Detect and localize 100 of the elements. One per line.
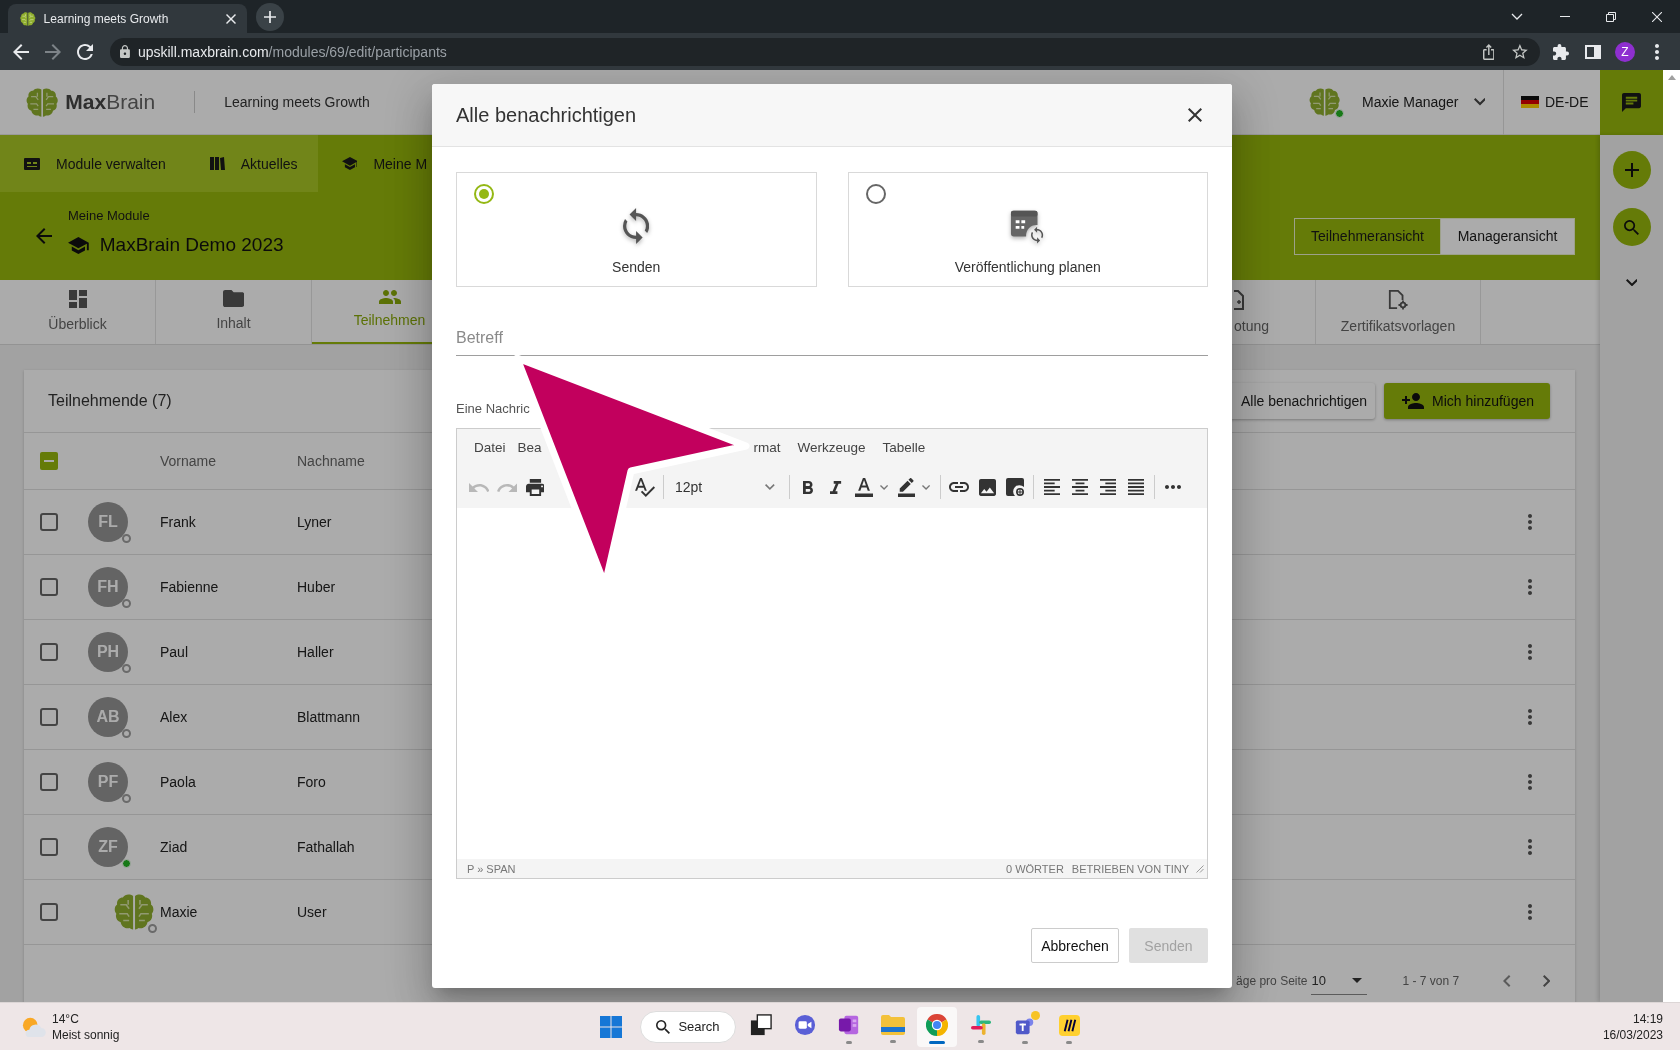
graduation-cap-icon xyxy=(68,236,89,254)
back-arrow-icon[interactable] xyxy=(36,228,52,244)
menu-item[interactable]: Tabelle xyxy=(882,440,926,455)
view-toggle-button[interactable]: Manageransicht xyxy=(1441,218,1574,254)
lock-icon xyxy=(120,45,130,58)
search-button[interactable]: Search xyxy=(640,1010,736,1043)
link-icon[interactable] xyxy=(949,482,969,492)
checkbox[interactable] xyxy=(40,903,58,921)
menu-item[interactable]: rmat xyxy=(753,440,781,455)
forward-arrow-icon[interactable] xyxy=(45,43,61,60)
checkbox[interactable] xyxy=(40,773,58,791)
more-icon[interactable] xyxy=(1528,839,1532,855)
cancel-button[interactable]: Abbrechen xyxy=(1031,928,1119,963)
spellcheck-icon[interactable] xyxy=(634,477,656,497)
star-icon[interactable] xyxy=(1512,44,1528,59)
tab[interactable]: Zertifikatsvorlagen xyxy=(1316,280,1481,344)
document-gear-icon xyxy=(1388,290,1408,310)
add-button[interactable] xyxy=(1612,151,1651,189)
option-card[interactable]: Senden xyxy=(456,172,817,287)
align-center-icon[interactable] xyxy=(1072,479,1088,495)
image-icon[interactable] xyxy=(978,478,996,496)
column-header[interactable]: Nachname xyxy=(297,453,365,469)
page-size-select[interactable]: 10 xyxy=(1311,967,1368,995)
language-label[interactable]: DE-DE xyxy=(1545,94,1589,110)
breadcrumb-link[interactable]: Meine Module xyxy=(68,208,150,224)
scrollbar[interactable] xyxy=(1663,70,1680,1002)
more-icon[interactable] xyxy=(1528,579,1532,595)
user-name[interactable]: Maxie Manager xyxy=(1362,94,1459,110)
media-icon[interactable] xyxy=(1006,478,1024,496)
side-panel-icon[interactable] xyxy=(1585,44,1601,59)
avatar-initials: AB xyxy=(96,708,120,726)
table-cell: Maxie xyxy=(160,904,198,920)
brain-icon xyxy=(1309,88,1341,116)
branding-link[interactable]: BETRIEBEN VON TINY xyxy=(1071,862,1189,875)
add-self-button[interactable]: Mich hinzufügen xyxy=(1384,383,1550,419)
scroll-up-icon[interactable] xyxy=(1667,75,1676,80)
more-icon[interactable] xyxy=(1528,774,1532,790)
menu-item[interactable]: Bea xyxy=(517,440,542,455)
checkbox[interactable] xyxy=(40,513,58,531)
more-icon[interactable] xyxy=(1528,644,1532,660)
chevron-down-icon[interactable] xyxy=(1473,98,1486,106)
overlapping-squares-icon xyxy=(750,1014,772,1036)
back-arrow-icon[interactable] xyxy=(13,43,29,60)
reload-icon[interactable] xyxy=(77,43,93,60)
close-icon[interactable] xyxy=(1188,108,1202,122)
nav-item[interactable]: Module verwalten xyxy=(0,135,186,192)
more-icon[interactable] xyxy=(1528,514,1532,530)
more-icon[interactable] xyxy=(1528,904,1532,920)
tab[interactable]: Überblick xyxy=(0,280,156,344)
checkbox[interactable] xyxy=(40,452,58,470)
more-icon[interactable] xyxy=(1528,709,1532,725)
table-cell: Lyner xyxy=(297,514,332,530)
radio-button[interactable] xyxy=(865,184,886,204)
text-color-icon[interactable] xyxy=(855,477,874,497)
close-icon[interactable] xyxy=(226,13,236,24)
puzzle-icon[interactable] xyxy=(1553,43,1569,60)
new-tab-button[interactable] xyxy=(256,3,284,31)
checkbox[interactable] xyxy=(40,578,58,596)
highlight-icon[interactable] xyxy=(898,477,916,497)
checkbox[interactable] xyxy=(40,643,58,661)
search-button[interactable] xyxy=(1612,208,1651,246)
chevron-down-icon[interactable] xyxy=(1511,13,1523,20)
checkbox[interactable] xyxy=(40,838,58,856)
menu-icon[interactable] xyxy=(1655,43,1659,60)
tab[interactable]: Inhalt xyxy=(156,280,312,344)
print-icon[interactable] xyxy=(525,478,545,496)
option-card[interactable]: Veröffentlichung planen xyxy=(847,172,1208,287)
align-right-icon[interactable] xyxy=(1100,479,1116,495)
share-icon[interactable] xyxy=(1482,43,1495,60)
more-icon[interactable] xyxy=(1165,485,1181,489)
start-icon[interactable] xyxy=(600,1015,622,1038)
nav-item[interactable]: Aktuelles xyxy=(185,135,318,192)
restore-icon[interactable] xyxy=(1606,11,1616,22)
avatar-initials: FH xyxy=(97,578,119,596)
element-path: P » SPAN xyxy=(467,862,516,875)
align-justify-icon[interactable] xyxy=(1128,479,1144,495)
menu-item[interactable]: Werkzeuge xyxy=(797,440,866,455)
browser-tab[interactable]: Learning meets Growth xyxy=(8,4,247,33)
chevron-right-icon[interactable] xyxy=(1542,975,1550,987)
temperature-text: 14°C xyxy=(52,1010,79,1027)
chevron-left-icon[interactable] xyxy=(1503,975,1511,987)
marker-tile-icon xyxy=(1058,1014,1080,1036)
table-cell: Foro xyxy=(297,774,326,790)
close-icon[interactable] xyxy=(1652,11,1662,22)
chevron-down-icon[interactable] xyxy=(1625,279,1638,287)
profile-avatar[interactable]: Z xyxy=(1615,41,1635,62)
checkbox[interactable] xyxy=(40,708,58,726)
italic-icon[interactable] xyxy=(830,480,842,494)
menu-item[interactable]: Datei xyxy=(474,440,506,455)
bold-icon[interactable] xyxy=(803,480,813,494)
column-header[interactable]: Vorname xyxy=(160,453,217,469)
radio-button[interactable] xyxy=(474,184,494,204)
module-title: MaxBrain Demo 2023 xyxy=(99,234,284,256)
address-bar[interactable]: upskill.maxbrain.com/modules/69/edit/participants xyxy=(110,37,1540,66)
chat-button[interactable] xyxy=(1600,70,1663,135)
font-size-select[interactable]: 12pt xyxy=(668,470,785,504)
plus-icon xyxy=(264,11,276,23)
resize-grip-icon[interactable] xyxy=(1196,864,1204,873)
subject-field[interactable]: Betreff xyxy=(456,320,1208,356)
align-left-icon[interactable] xyxy=(1044,479,1060,495)
